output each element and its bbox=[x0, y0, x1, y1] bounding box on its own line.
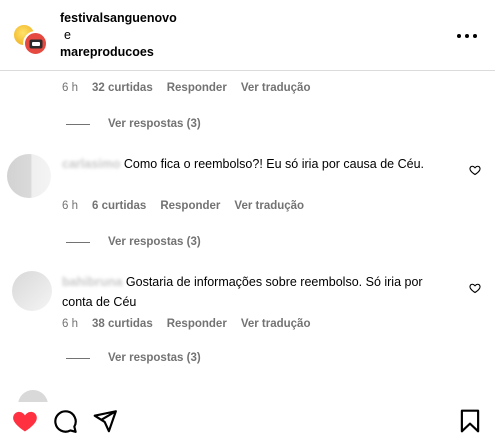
username-1[interactable]: festivalsanguenovo bbox=[60, 10, 177, 27]
reply-button[interactable]: Responder bbox=[167, 318, 227, 330]
replies-divider bbox=[66, 123, 90, 125]
see-translation-button[interactable]: Ver tradução bbox=[241, 82, 311, 94]
avatar[interactable] bbox=[7, 154, 51, 198]
replies-divider bbox=[66, 241, 90, 243]
view-replies-button[interactable]: Ver respostas (3) bbox=[66, 352, 201, 364]
comment-time: 6 h bbox=[62, 200, 78, 212]
comment-time: 6 h bbox=[62, 318, 78, 330]
view-replies-label: Ver respostas (3) bbox=[108, 352, 201, 364]
post-action-bar bbox=[0, 404, 495, 439]
comment-time: 6 h bbox=[62, 82, 78, 94]
reply-button[interactable]: Responder bbox=[167, 82, 227, 94]
view-replies-label: Ver respostas (3) bbox=[108, 236, 201, 248]
more-options-button[interactable] bbox=[457, 30, 477, 42]
reply-button[interactable]: Responder bbox=[160, 200, 220, 212]
avatar[interactable] bbox=[18, 390, 48, 402]
heart-filled-icon[interactable] bbox=[12, 408, 38, 434]
more-horizontal-icon bbox=[457, 34, 461, 38]
replies-divider bbox=[66, 357, 90, 359]
comment-username[interactable]: carlasimo bbox=[62, 157, 120, 171]
comment-likes[interactable]: 6 curtidas bbox=[92, 200, 146, 212]
username-2[interactable]: mareproducoes bbox=[60, 44, 177, 61]
logo-icon bbox=[29, 39, 42, 48]
comment-icon[interactable] bbox=[52, 408, 78, 434]
heart-outline-icon[interactable] bbox=[469, 282, 481, 294]
comment-likes[interactable]: 38 curtidas bbox=[92, 318, 153, 330]
view-replies-label: Ver respostas (3) bbox=[108, 118, 201, 130]
comment-text: carlasimo Como fica o reembolso?! Eu só … bbox=[62, 154, 442, 174]
bookmark-icon[interactable] bbox=[457, 408, 483, 434]
collab-usernames: festivalsanguenovo e mareproducoes bbox=[60, 10, 177, 61]
send-icon[interactable] bbox=[92, 408, 118, 434]
post-header: festivalsanguenovo e mareproducoes bbox=[0, 0, 495, 71]
view-replies-button[interactable]: Ver respostas (3) bbox=[66, 236, 201, 248]
and-label: e bbox=[64, 28, 71, 42]
comment-likes[interactable]: 32 curtidas bbox=[92, 82, 153, 94]
see-translation-button[interactable]: Ver tradução bbox=[234, 200, 304, 212]
see-translation-button[interactable]: Ver tradução bbox=[241, 318, 311, 330]
avatar-mareproducoes[interactable] bbox=[23, 31, 48, 56]
comment-meta: 6 h 6 curtidas Responder Ver tradução bbox=[62, 200, 304, 212]
heart-outline-icon[interactable] bbox=[469, 164, 481, 176]
comment-meta: 6 h 38 curtidas Responder Ver tradução bbox=[62, 318, 310, 330]
comments-list[interactable]: 6 h 32 curtidas Responder Ver tradução V… bbox=[0, 72, 495, 402]
collab-avatars[interactable] bbox=[12, 21, 48, 57]
comment-body: Como fica o reembolso?! Eu só iria por c… bbox=[123, 157, 425, 171]
comment-meta: 6 h 32 curtidas Responder Ver tradução bbox=[62, 82, 310, 94]
comment-username[interactable]: bahibruna bbox=[62, 275, 122, 289]
comment-text: bahibruna Gostaria de informações sobre … bbox=[62, 272, 442, 312]
view-replies-button[interactable]: Ver respostas (3) bbox=[66, 118, 201, 130]
avatar[interactable] bbox=[12, 271, 52, 311]
